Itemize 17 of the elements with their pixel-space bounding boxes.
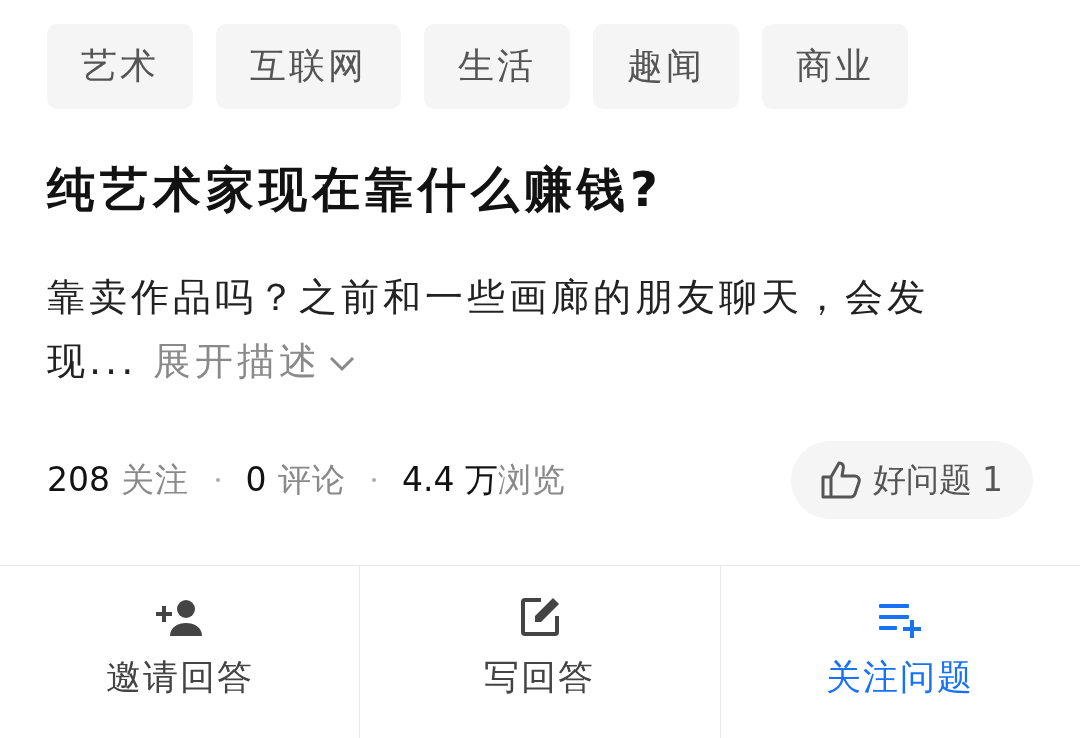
topic-tag[interactable]: 商业 [762,24,908,109]
thumbs-up-icon [820,461,861,499]
list-add-icon [879,601,922,638]
topic-tag[interactable]: 艺术 [47,24,193,109]
add-person-icon [155,597,204,638]
edit-icon [519,595,561,638]
stat-count: 4.4 万浏览 [402,458,566,501]
question-title: 纯艺术家现在靠什么赚钱? [47,160,664,219]
good-question-button[interactable]: 好问题 1 [790,441,1033,519]
stat-count: 0 评论 [245,458,346,501]
chevron-down-icon [329,355,356,372]
topic-tag[interactable]: 互联网 [216,24,401,109]
topic-tag[interactable]: 生活 [424,24,570,109]
question-description: 靠卖作品吗？之前和一些画廊的朋友聊天，会发现... 展开描述 [47,274,930,385]
stat-count: 208 关注 [47,458,190,501]
topic-tag[interactable]: 趣闻 [593,24,739,109]
expand-link[interactable]: 展开描述 [153,339,356,383]
